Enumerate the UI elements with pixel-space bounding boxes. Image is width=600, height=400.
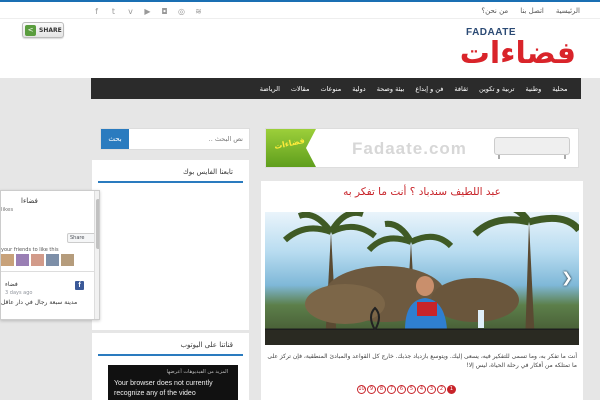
pager-dot[interactable]: 6 [397,385,406,394]
pager-dot[interactable]: 7 [387,385,396,394]
facebook-widget: تابعنا الفايس بوك [92,160,249,330]
pager-dot[interactable]: 2 [437,385,446,394]
nav-item-national[interactable]: وطنية [520,85,547,93]
article-excerpt: أنت ما تفكر به، وما تسمى للتفكير فيه، يس… [267,353,577,369]
article-photo [265,212,579,345]
banner-badge: فضاءات [266,129,316,167]
pager-dot[interactable]: 9 [367,385,376,394]
nav-item-environment[interactable]: بيئة وصحة [371,85,410,93]
search-input[interactable] [129,129,249,149]
site-header: < SHARE FADAATE فضاءات [0,19,600,78]
search-box: بحث [100,128,250,150]
vimeo-icon[interactable]: v [124,6,137,17]
instagram-icon[interactable]: ◘ [158,6,171,17]
fb-post-author[interactable]: فضاء [5,281,18,288]
facebook-widget-title: تابعنا الفايس بوك [98,160,243,183]
youtube-header-text: المزيد من الفيديوهات أعرضها [166,369,228,375]
sofa-image [494,137,570,155]
youtube-widget: قناتنا على اليوتوب المزيد من الفيديوهات … [92,333,249,400]
avatar[interactable] [31,254,44,266]
avatar[interactable] [61,254,74,266]
top-link-about[interactable]: من نحن؟ [481,7,508,15]
fb-post-text: مدينة سبعة رجال في دار عاقل [1,299,78,306]
nav-item-international[interactable]: دولية [347,85,371,93]
fb-post-time: 3 days ago [5,290,33,296]
youtube-player[interactable]: المزيد من الفيديوهات أعرضها Your browser… [108,365,238,400]
facebook-page-box: فضاءا likes Share your friends to like t… [0,190,100,320]
fb-scrollbar[interactable] [94,191,99,319]
dribbble-icon[interactable]: ◎ [175,6,188,17]
youtube-widget-title: قناتنا على اليوتوب [98,333,243,356]
pager-dot[interactable]: 1 [447,385,456,394]
facebook-icon[interactable]: f [90,6,103,17]
fb-friends-text: your friends to like this [1,247,59,253]
fb-divider [1,271,99,272]
featured-article: عبد اللطيف سندباد ؟ أنت ما تفكر به ❯ أنت… [261,181,583,400]
avatar[interactable] [16,254,29,266]
top-links: الرئيسية اتصل بنا من نحن؟ [481,7,580,15]
search-button[interactable]: بحث [101,129,129,149]
nav-item-art[interactable]: فن و إبداع [410,85,449,93]
pager-dot[interactable]: 8 [377,385,386,394]
article-title[interactable]: عبد اللطيف سندباد ؟ أنت ما تفكر به [261,186,583,198]
ad-banner[interactable]: فضاءات Fadaate.com [265,128,579,168]
logo-arabic-text: فضاءات [459,36,576,71]
pager-dot[interactable]: 5 [407,385,416,394]
social-icons: f t v ▶ ◘ ◎ ≋ [90,6,205,17]
fb-share-label: Share [70,235,85,241]
twitter-icon[interactable]: t [107,6,120,17]
fb-friend-avatars [1,254,74,266]
pager-dot[interactable]: 4 [417,385,426,394]
slider-next-arrow-icon[interactable]: ❯ [561,270,573,286]
avatar[interactable] [1,254,14,266]
share-button[interactable]: < SHARE [22,22,64,38]
nav-item-articles[interactable]: مقالات [285,85,315,93]
banner-watermark: Fadaate.com [352,139,467,158]
pager-dot[interactable]: 10 [357,385,366,394]
sofa-legs [498,155,566,159]
site-logo[interactable]: FADAATE فضاءات [459,24,576,74]
fb-likes-text: likes [1,207,14,213]
article-image[interactable]: ❯ [265,212,579,345]
slider-pager: 1 2 3 4 5 6 7 8 9 10 [357,385,456,394]
avatar[interactable] [46,254,59,266]
top-link-contact[interactable]: اتصل بنا [520,7,544,15]
youtube-message: Your browser does not currently recogniz… [114,380,213,397]
fb-page-name[interactable]: فضاءا [21,197,38,205]
pager-dot[interactable]: 3 [427,385,436,394]
fb-scrollbar-thumb[interactable] [96,199,99,249]
banner-badge-text: فضاءات [273,135,306,152]
rss-icon[interactable]: ≋ [192,6,205,17]
top-link-home[interactable]: الرئيسية [556,7,580,15]
main-nav: محلية وطنية تربية و تكوين ثقافة فن و إبد… [91,78,581,99]
share-button-label: SHARE [39,26,62,34]
nav-item-culture[interactable]: ثقافة [449,85,474,93]
top-bar: f t v ▶ ◘ ◎ ≋ الرئيسية اتصل بنا من نحن؟ [0,0,600,19]
nav-item-education[interactable]: تربية و تكوين [474,85,520,93]
nav-item-misc[interactable]: منوعات [315,85,347,93]
nav-item-local[interactable]: محلية [547,85,573,93]
nav-item-sports[interactable]: الرياضة [254,85,285,93]
share-icon: < [25,24,36,36]
facebook-logo-icon: f [75,281,84,290]
youtube-icon[interactable]: ▶ [141,6,154,17]
fb-share-button[interactable]: Share [67,233,97,243]
